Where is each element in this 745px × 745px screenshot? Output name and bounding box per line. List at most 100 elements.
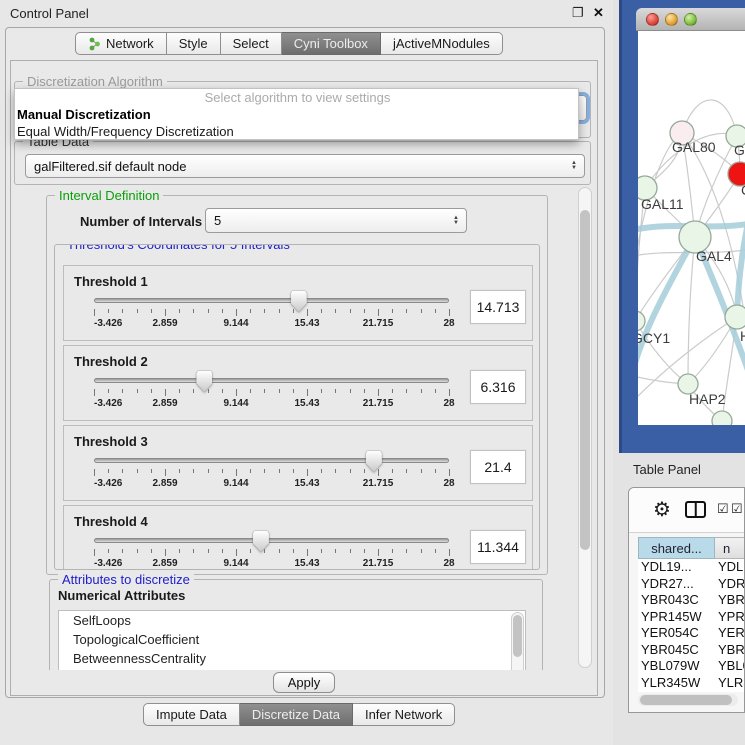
thresholds-groupbox: Threshold's Coordinates for 5 Intervals …	[54, 244, 540, 570]
cell-shared-name: YBR045C	[638, 642, 715, 659]
tick-mark	[250, 309, 251, 313]
threshold-slider[interactable]	[94, 458, 449, 463]
threshold-value-field[interactable]: 21.4	[470, 450, 526, 484]
tick-mark	[421, 549, 422, 553]
slider-ticks	[94, 389, 449, 397]
minimize-window-icon[interactable]	[665, 13, 678, 26]
table-panel-window: ⚙ ☑ ☑ shared... n YDL19...YDL1YDR27...YD…	[628, 487, 745, 713]
tick-mark	[236, 549, 237, 556]
tab-network[interactable]: Network	[75, 32, 167, 55]
zoom-window-icon[interactable]	[684, 13, 697, 26]
tick-mark	[250, 469, 251, 473]
tick-mark	[435, 389, 436, 393]
tick-mark	[122, 309, 123, 313]
tick-mark	[165, 549, 166, 556]
checkbox-icon[interactable]: ☑	[717, 501, 729, 517]
threshold-slider[interactable]	[94, 298, 449, 303]
float-icon[interactable]: ❐	[572, 5, 584, 21]
table-hscrollbar[interactable]	[638, 694, 738, 706]
tick-mark	[208, 309, 209, 313]
tick-mark	[193, 549, 194, 553]
column-header-shared-name[interactable]: shared...	[638, 537, 715, 559]
close-icon[interactable]: ✕	[593, 5, 604, 21]
num-intervals-combobox[interactable]: 5 ▲▼	[205, 208, 467, 233]
tick-mark	[307, 389, 308, 396]
attributes-groupbox: Attributes to discretize Numerical Attri…	[49, 579, 543, 670]
tick-mark	[236, 309, 237, 316]
tab-label: Infer Network	[365, 707, 442, 722]
network-edge-thick[interactable]	[737, 223, 745, 317]
tick-label: 28	[443, 558, 454, 569]
attribute-list-item[interactable]: SelfLoops	[59, 611, 525, 630]
network-edge[interactable]	[688, 237, 695, 384]
tick-mark	[364, 469, 365, 473]
tick-mark	[94, 469, 95, 476]
num-intervals-value: 5	[214, 213, 221, 228]
tick-mark	[165, 389, 166, 396]
tick-mark	[350, 389, 351, 393]
threshold-slider[interactable]	[94, 538, 449, 543]
tick-mark	[321, 389, 322, 393]
dropdown-item-equal-width[interactable]: Equal Width/Frequency Discretization	[15, 123, 578, 140]
threshold-value-field[interactable]: 14.713	[470, 290, 526, 324]
scrollbar-thumb[interactable]	[580, 210, 590, 550]
settings-scrollbar[interactable]	[578, 187, 592, 668]
tab-discretize-data[interactable]: Discretize Data	[240, 703, 353, 726]
network-node[interactable]	[712, 411, 732, 425]
tab-cyni-toolbox[interactable]: Cyni Toolbox	[282, 32, 381, 55]
threshold-slider[interactable]	[94, 378, 449, 383]
table-row[interactable]: YLR345WYLR3	[638, 675, 745, 692]
tick-label: 28	[443, 398, 454, 409]
threshold-value-field[interactable]: 11.344	[470, 530, 526, 564]
attribute-list-item[interactable]: TopologicalCoefficient	[59, 630, 525, 649]
attributes-scrollbar[interactable]	[511, 612, 524, 670]
table-row[interactable]: YBR045CYBR0	[638, 642, 745, 659]
columns-icon[interactable]	[685, 501, 706, 518]
network-canvas[interactable]: GAL80GACGAL11GAL4GCY1HHAP2	[638, 31, 745, 425]
dropdown-item-manual-discretization[interactable]: Manual Discretization	[15, 106, 578, 123]
tick-mark	[279, 389, 280, 393]
table-data-groupbox: Table Data galFiltered.sif default node …	[14, 141, 591, 185]
network-graph[interactable]: GAL80GACGAL11GAL4GCY1HHAP2	[638, 31, 745, 425]
apply-button[interactable]: Apply	[273, 672, 335, 693]
scrollbar-thumb[interactable]	[640, 695, 732, 705]
tick-label: 21.715	[363, 478, 394, 489]
tick-mark	[378, 389, 379, 396]
tab-infer-network[interactable]: Infer Network	[353, 703, 455, 726]
attribute-list-item[interactable]: BetweennessCentrality	[59, 649, 525, 668]
tab-jactivemnodules[interactable]: jActiveMNodules	[381, 32, 503, 55]
threshold-row: Threshold 4-3.4262.8599.14415.4321.71528…	[63, 505, 533, 570]
tick-label: 2.859	[152, 558, 177, 569]
table-row[interactable]: YBL079WYBL0	[638, 658, 745, 675]
table-rows: YDL19...YDL1YDR27...YDR2YBR043CYBR0YPR14…	[638, 559, 745, 692]
tick-mark	[421, 469, 422, 473]
tick-mark	[378, 309, 379, 316]
tab-style[interactable]: Style	[167, 32, 221, 55]
tick-mark	[435, 469, 436, 473]
gear-icon[interactable]: ⚙	[653, 497, 671, 522]
table-row[interactable]: YBR043CYBR0	[638, 592, 745, 609]
table-row[interactable]: YPR145WYPR1	[638, 609, 745, 626]
numerical-attributes-list[interactable]: SelfLoopsTopologicalCoefficientBetweenne…	[58, 610, 526, 670]
scrollbar-thumb[interactable]	[513, 615, 522, 657]
cell-shared-name: YIL052C	[638, 691, 715, 692]
table-row[interactable]: YER054CYER0	[638, 625, 745, 642]
tick-mark	[392, 469, 393, 473]
table-row[interactable]: YDR27...YDR2	[638, 576, 745, 593]
column-header-name[interactable]: n	[715, 537, 745, 559]
network-node[interactable]	[725, 305, 745, 329]
network-node[interactable]	[638, 311, 645, 331]
tab-select[interactable]: Select	[221, 32, 282, 55]
checkbox-icon[interactable]: ☑	[731, 501, 743, 517]
table-row[interactable]: YIL052CYIL0	[638, 691, 745, 692]
dropdown-placeholder-item[interactable]: Select algorithm to view settings	[15, 89, 578, 106]
tick-label: 28	[443, 318, 454, 329]
tab-label: Discretize Data	[252, 707, 340, 722]
table-data-combobox[interactable]: galFiltered.sif default node ▲▼	[25, 154, 585, 178]
tick-mark	[449, 549, 450, 556]
tab-impute-data[interactable]: Impute Data	[143, 703, 240, 726]
threshold-value-field[interactable]: 6.316	[470, 370, 526, 404]
close-window-icon[interactable]	[646, 13, 659, 26]
network-window-titlebar[interactable]	[636, 8, 745, 31]
table-row[interactable]: YDL19...YDL1	[638, 559, 745, 576]
